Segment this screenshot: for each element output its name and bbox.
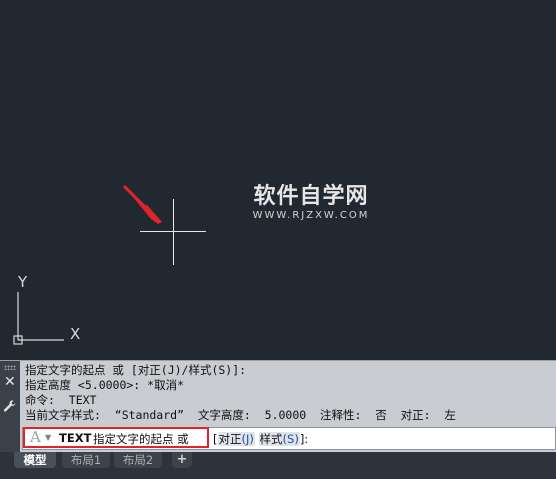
command-prompt: 指定文字的起点 或 xyxy=(93,432,189,446)
ucs-y-label: Y xyxy=(18,273,28,291)
command-history: 指定文字的起点 或 [对正(J)/样式(S)]: 指定高度 <5.0000>: … xyxy=(25,363,552,423)
option-justify-key: (J) xyxy=(241,432,254,446)
command-options: [对正(J) 样式(S)]: xyxy=(213,431,308,447)
current-command: TEXT xyxy=(59,431,92,445)
option-style-key: (S) xyxy=(282,432,299,446)
option-justify-label: 对正 xyxy=(218,432,242,446)
ucs-x-label: X xyxy=(70,325,81,343)
text-a-icon[interactable]: A xyxy=(30,428,41,446)
history-line: 指定高度 <5.0000>: *取消* xyxy=(25,378,185,392)
close-icon[interactable]: ✕ xyxy=(4,375,16,389)
chevron-down-icon[interactable]: ▼ xyxy=(45,433,51,442)
command-panel-sidebar: ✕ xyxy=(0,361,20,453)
layout-tabs-bar: 模型 布局1 布局2 + xyxy=(0,452,556,479)
history-line: 指定文字的起点 或 [对正(J)/样式(S)]: xyxy=(25,363,247,377)
tab-layout2[interactable]: 布局2 xyxy=(114,452,162,468)
bracket-open: [ xyxy=(213,432,218,446)
drag-grip-icon[interactable] xyxy=(4,365,16,370)
watermark-url: WWW.RJZXW.COM xyxy=(252,210,370,221)
option-style-label: 样式 xyxy=(259,432,283,446)
crosshair-vertical xyxy=(173,199,174,265)
wrench-icon[interactable] xyxy=(3,399,17,413)
drawing-canvas[interactable]: 软件自学网 WWW.RJZXW.COM Y X xyxy=(0,0,556,360)
command-line-panel: ✕ 指定文字的起点 或 [对正(J)/样式(S)]: 指定高度 <5.0000>… xyxy=(0,360,556,453)
add-layout-button[interactable]: + xyxy=(172,452,192,468)
red-pointer-arrow xyxy=(122,184,162,224)
bracket-close: ]: xyxy=(299,432,309,446)
watermark-title: 软件自学网 xyxy=(253,184,369,209)
watermark: 软件自学网 WWW.RJZXW.COM xyxy=(236,184,386,222)
history-line: 命令: TEXT xyxy=(25,393,97,407)
tab-layout1[interactable]: 布局1 xyxy=(62,452,110,468)
option-justify[interactable]: 对正(J) xyxy=(217,432,255,446)
option-style[interactable]: 样式(S) xyxy=(258,432,300,446)
history-line: 当前文字样式: “Standard” 文字高度: 5.0000 注释性: 否 对… xyxy=(25,408,456,422)
tab-model[interactable]: 模型 xyxy=(14,452,56,468)
command-input[interactable]: A ▼ TEXT 指定文字的起点 或 [对正(J) 样式(S)]: xyxy=(22,427,556,450)
